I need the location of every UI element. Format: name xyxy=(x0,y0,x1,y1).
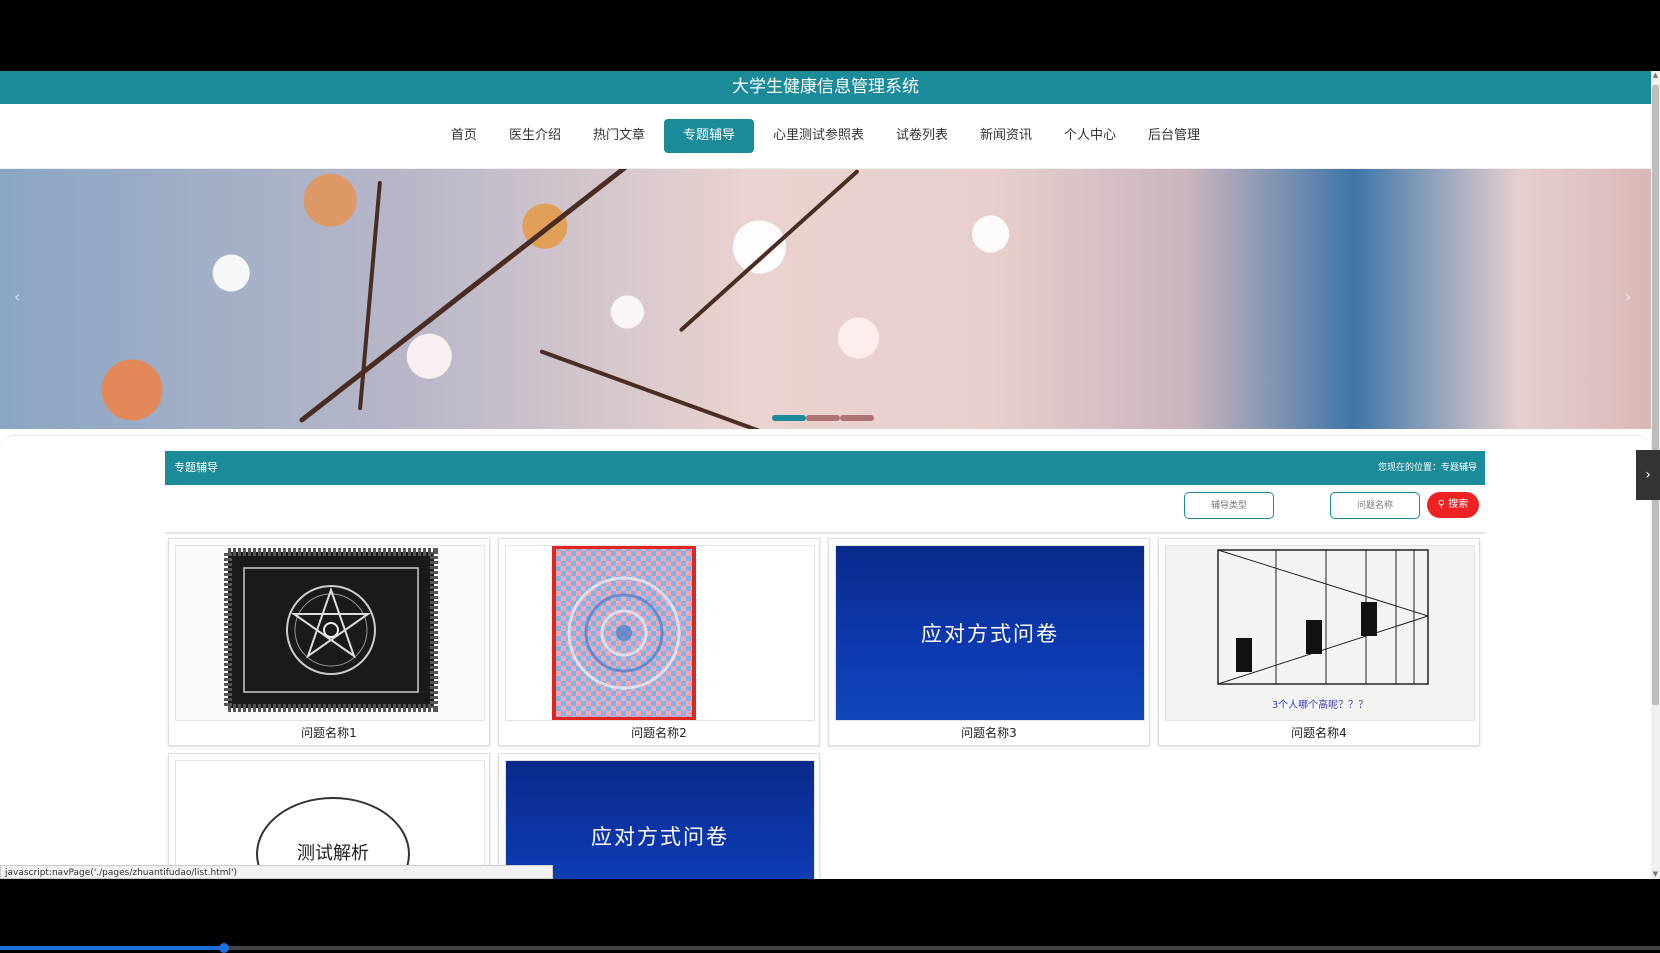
section-header: 专题辅导 您现在的位置：专题辅导 xyxy=(165,451,1485,485)
search-button-label: 搜索 xyxy=(1448,499,1469,510)
video-progress-bar[interactable] xyxy=(0,943,1660,953)
topic-card[interactable]: 问题名称2 xyxy=(498,538,820,746)
search-icon: ⚲ xyxy=(1437,499,1446,510)
banner-indicators xyxy=(772,415,874,421)
banner-branch xyxy=(357,180,382,411)
progress-knob[interactable] xyxy=(219,943,230,953)
section-title: 专题辅导 xyxy=(174,461,218,474)
card-caption: 问题名称3 xyxy=(961,726,1017,740)
topic-card[interactable]: 应对方式问卷 问题名称3 xyxy=(828,538,1150,746)
banner-prev-icon[interactable]: ‹ xyxy=(14,287,20,306)
nav-item-4[interactable]: 心里测试参照表 xyxy=(757,119,880,153)
banner-indicator[interactable] xyxy=(806,415,840,421)
type-filter-input[interactable]: 辅导类型 xyxy=(1184,492,1274,519)
progress-fill xyxy=(0,946,225,950)
nav-item-8[interactable]: 后台管理 xyxy=(1132,119,1216,153)
scroll-up-icon[interactable]: ▲ xyxy=(1651,71,1660,80)
scroll-down-icon[interactable]: ▼ xyxy=(1651,870,1660,879)
banner-indicator[interactable] xyxy=(840,415,874,421)
site-title: 大学生健康信息管理系统 xyxy=(0,71,1651,104)
scrollbar-thumb[interactable] xyxy=(1652,85,1659,705)
card-caption: 问题名称2 xyxy=(631,726,687,740)
banner-carousel[interactable]: ‹ › xyxy=(0,169,1651,429)
card-image-spiral xyxy=(505,545,815,721)
browser-viewport: 大学生健康信息管理系统 首页 医生介绍 热门文章 专题辅导 心里测试参照表 试卷列表 新闻资… xyxy=(0,71,1651,879)
banner-indicator[interactable] xyxy=(772,415,806,421)
card-image-circle: 测试解析 xyxy=(175,760,485,879)
card-image-slide: 应对方式问卷 xyxy=(835,545,1145,721)
nav-item-2[interactable]: 热门文章 xyxy=(577,119,661,153)
search-button[interactable]: ⚲ 搜索 xyxy=(1427,492,1479,518)
card-image-pentagram xyxy=(175,545,485,721)
nav-item-5[interactable]: 试卷列表 xyxy=(880,119,964,153)
card-caption: 问题名称4 xyxy=(1291,726,1347,740)
card-image-text: 3个人哪个高呢？？？ xyxy=(1271,700,1369,711)
topic-card[interactable]: 测试解析 xyxy=(168,753,490,879)
nav-item-0[interactable]: 首页 xyxy=(435,119,493,153)
card-image-corridor: 3个人哪个高呢？？？ xyxy=(1165,545,1475,721)
nav-item-7[interactable]: 个人中心 xyxy=(1048,119,1132,153)
slide-text: 应对方式问卷 xyxy=(591,825,729,849)
topic-card[interactable]: 应对方式问卷 xyxy=(498,753,820,879)
card-caption: 问题名称1 xyxy=(301,726,357,740)
topic-card[interactable]: 问题名称1 xyxy=(168,538,490,746)
banner-branch xyxy=(678,169,860,333)
banner-branch xyxy=(298,169,680,424)
content-area: 专题辅导 您现在的位置：专题辅导 辅导类型 问题名称 ⚲ 搜索 问题名称1 问题… xyxy=(0,435,1651,879)
divider xyxy=(165,532,1485,534)
status-bar-url: javascript:navPage('./pages/zhuantifudao… xyxy=(0,865,553,879)
nav-item-6[interactable]: 新闻资讯 xyxy=(964,119,1048,153)
nav-item-1[interactable]: 医生介绍 xyxy=(493,119,577,153)
chevron-right-icon: › xyxy=(1645,467,1651,483)
breadcrumb: 您现在的位置：专题辅导 xyxy=(1377,463,1477,473)
side-expand-button[interactable]: › xyxy=(1636,450,1660,500)
nav-item-3[interactable]: 专题辅导 xyxy=(663,119,754,153)
slide-text: 应对方式问卷 xyxy=(921,622,1059,646)
card-image-slide: 应对方式问卷 xyxy=(505,760,815,879)
main-nav: 首页 医生介绍 热门文章 专题辅导 心里测试参照表 试卷列表 新闻资讯 个人中心 后台管理 xyxy=(0,104,1651,169)
banner-next-icon[interactable]: › xyxy=(1625,287,1631,306)
name-filter-input[interactable]: 问题名称 xyxy=(1330,492,1420,519)
topic-card[interactable]: 3个人哪个高呢？？？ 问题名称4 xyxy=(1158,538,1480,746)
banner-branch xyxy=(539,349,786,429)
